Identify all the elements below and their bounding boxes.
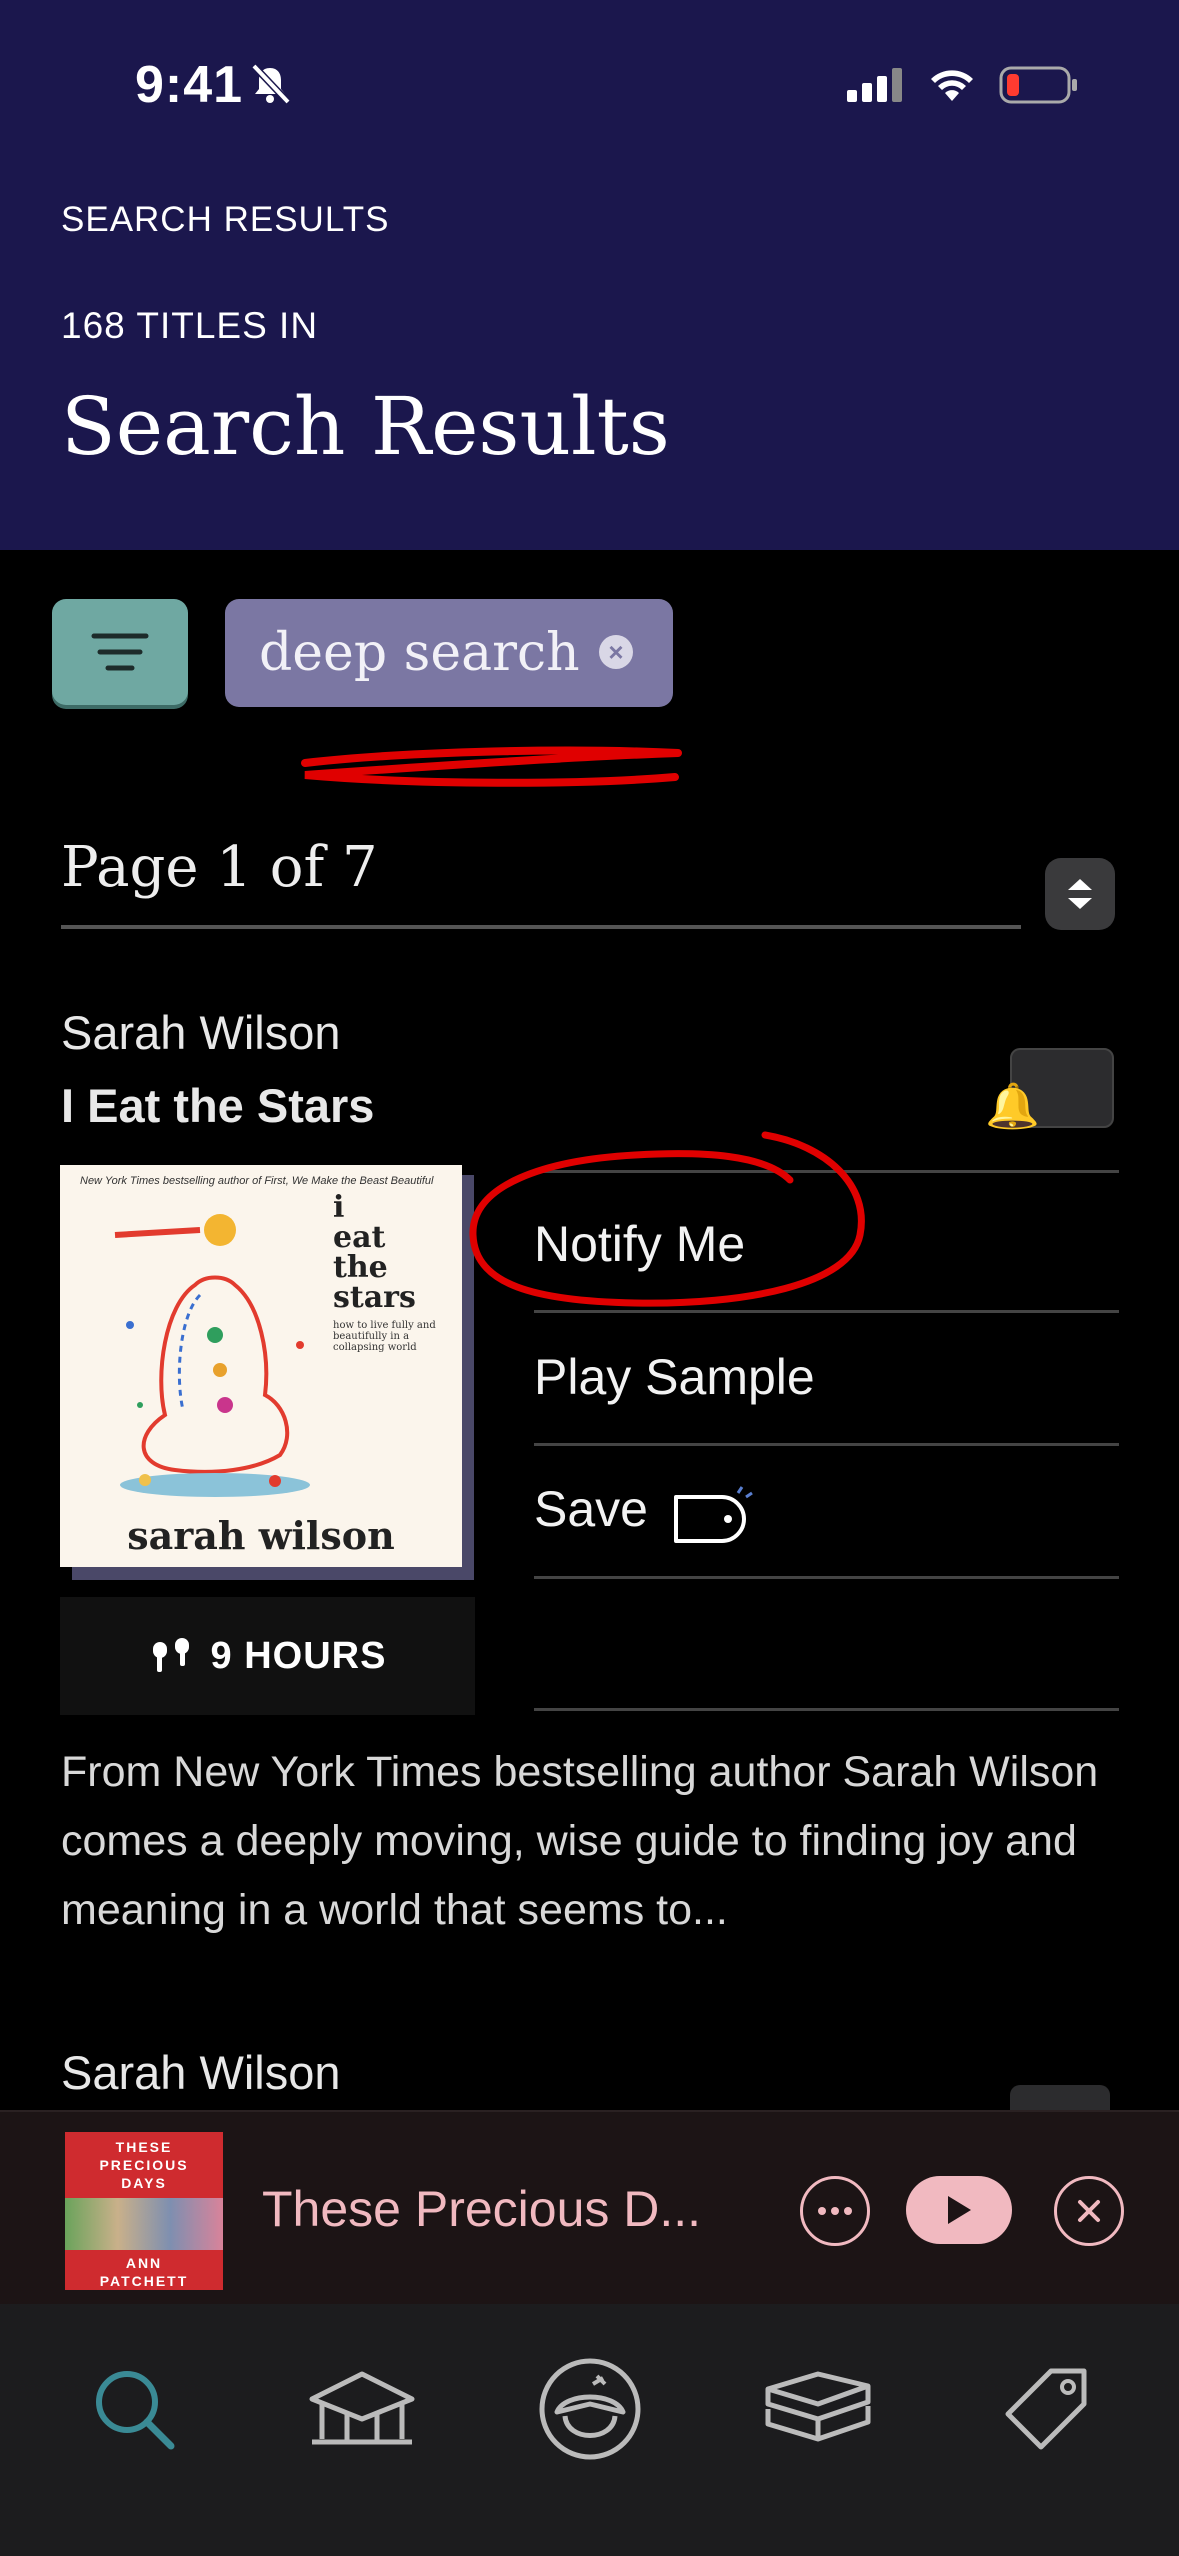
- tab-kids[interactable]: [520, 2344, 660, 2474]
- mini-cover-art: [65, 2198, 223, 2250]
- filter-lines-icon: [91, 633, 149, 671]
- headphones-icon: [152, 1638, 189, 1672]
- cover-author: sarah wilson: [127, 1513, 395, 1558]
- play-button[interactable]: [906, 2176, 1012, 2244]
- close-icon: [1078, 2200, 1100, 2222]
- cover-illustration: [114, 1214, 310, 1497]
- tab-library[interactable]: [292, 2344, 432, 2474]
- book-author[interactable]: Sarah Wilson: [61, 2045, 341, 2100]
- mini-player[interactable]: THESE PRECIOUS DAYS ANN PATCHETT These P…: [0, 2110, 1179, 2304]
- book-description[interactable]: From New York Times bestselling author S…: [61, 1738, 1131, 1945]
- tag-icon: [1005, 2368, 1087, 2450]
- mini-cover-author: ANN PATCHETT: [99, 2255, 189, 2289]
- section-label: SEARCH RESULTS: [61, 200, 390, 239]
- book-author[interactable]: Sarah Wilson: [61, 1005, 341, 1060]
- chevron-up-down-icon: [1068, 879, 1092, 909]
- cover-tagline: New York Times bestselling author of Fir…: [80, 1175, 434, 1187]
- library-icon: [309, 2371, 415, 2445]
- mini-player-cover: THESE PRECIOUS DAYS ANN PATCHETT: [65, 2132, 223, 2290]
- wifi-icon: [931, 70, 973, 101]
- tab-search[interactable]: [64, 2344, 204, 2474]
- cover-subtitle: how to live fully and beautifully in a c…: [333, 1320, 436, 1353]
- remove-chip-icon[interactable]: ×: [599, 635, 633, 669]
- duration-badge: 9 HOURS: [60, 1597, 475, 1715]
- menu-divider: [534, 1708, 1119, 1711]
- search-icon: [96, 2371, 175, 2450]
- page-title: Search Results: [61, 380, 670, 473]
- book-cover[interactable]: New York Times bestselling author of Fir…: [60, 1165, 462, 1567]
- tab-wishlist[interactable]: [976, 2344, 1116, 2474]
- pager-divider: [61, 925, 1021, 929]
- mini-cover-title: THESE PRECIOUS DAYS: [99, 2139, 189, 2191]
- bell-icon: 🔔: [985, 1082, 1040, 1131]
- page-select-button[interactable]: [1045, 858, 1115, 930]
- chip-label: deep search: [259, 623, 580, 683]
- annotation-circle: [469, 1131, 865, 1307]
- tag-icon: [674, 1486, 753, 1543]
- tab-bar: [0, 2304, 1179, 2556]
- cover-title: i eat the stars: [333, 1190, 416, 1315]
- page-indicator: Page 1 of 7: [61, 835, 378, 900]
- cellular-signal-icon: [847, 68, 902, 102]
- menu-divider: [534, 1576, 1119, 1579]
- status-indicators: [847, 66, 1079, 104]
- tab-shelf[interactable]: [748, 2344, 888, 2474]
- status-time: 9:41: [135, 56, 244, 114]
- book-title[interactable]: I Eat the Stars: [61, 1078, 374, 1133]
- search-term-chip[interactable]: deep search ×: [225, 599, 673, 707]
- mini-player-title[interactable]: These Precious D...: [262, 2180, 701, 2238]
- more-options-icon[interactable]: [800, 2176, 870, 2246]
- header: 9:41 SEARCH RESULTS 168 TITLES IN Search…: [0, 0, 1179, 550]
- shelf-icon: [765, 2371, 871, 2442]
- kids-icon: [539, 2358, 641, 2460]
- bell-slash-icon: [251, 63, 291, 105]
- duration-text: 9 HOURS: [210, 1634, 387, 1677]
- play-sample-button[interactable]: Play Sample: [534, 1348, 815, 1406]
- close-player-button[interactable]: [1054, 2176, 1124, 2246]
- annotation-underline: [301, 746, 682, 787]
- play-icon: [948, 2196, 971, 2224]
- results-count: 168 TITLES IN: [61, 305, 319, 346]
- menu-divider: [534, 1443, 1119, 1446]
- filter-button[interactable]: [52, 599, 188, 705]
- save-button[interactable]: Save: [534, 1480, 648, 1538]
- battery-low-icon: [999, 66, 1077, 104]
